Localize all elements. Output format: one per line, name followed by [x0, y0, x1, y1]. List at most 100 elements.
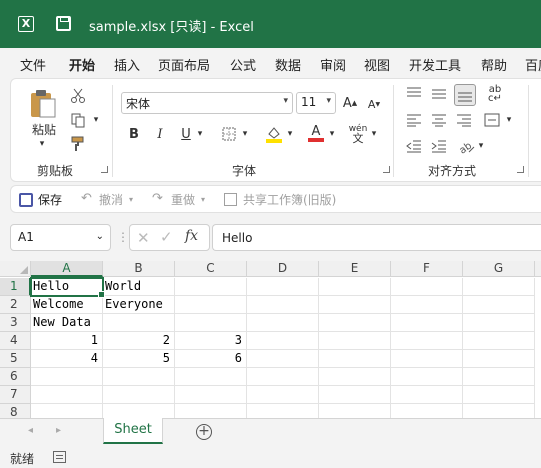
- cell-a8[interactable]: [31, 404, 103, 418]
- fill-color-icon[interactable]: [265, 125, 283, 143]
- tab-formulas[interactable]: 公式: [230, 55, 256, 74]
- font-name-combo[interactable]: 宋体 ▾: [121, 92, 293, 114]
- redo-button[interactable]: 重做: [171, 191, 195, 208]
- cell-b7[interactable]: [103, 386, 175, 404]
- undo-icon[interactable]: ↶: [81, 191, 92, 206]
- phonetic-icon[interactable]: wén 文: [347, 124, 369, 145]
- cell-a7[interactable]: [31, 386, 103, 404]
- paste-button[interactable]: 粘贴: [30, 121, 58, 137]
- orientation-dropdown-icon[interactable]: ▾: [476, 140, 486, 152]
- column-header-f[interactable]: F: [391, 261, 463, 277]
- save-icon[interactable]: [19, 193, 33, 207]
- column-header-e[interactable]: E: [319, 261, 391, 277]
- merge-center-icon[interactable]: [482, 112, 502, 128]
- font-color-dropdown-icon[interactable]: ▾: [327, 128, 337, 140]
- cell-e1[interactable]: [319, 278, 391, 296]
- tab-review[interactable]: 审阅: [320, 55, 346, 74]
- row-header-7[interactable]: 7: [0, 386, 31, 404]
- paste-dropdown-icon[interactable]: ▾: [35, 139, 49, 149]
- font-launcher-icon[interactable]: [383, 166, 390, 173]
- clipboard-launcher-icon[interactable]: [101, 166, 108, 173]
- more-options-icon[interactable]: ⋮: [117, 230, 129, 244]
- cell-a5[interactable]: 4: [31, 350, 103, 368]
- border-icon[interactable]: [220, 125, 238, 143]
- merge-dropdown-icon[interactable]: ▾: [504, 114, 514, 126]
- accessibility-icon[interactable]: [53, 451, 66, 463]
- cell-e5[interactable]: [319, 350, 391, 368]
- cell-b2[interactable]: Everyone: [103, 296, 175, 314]
- save-icon[interactable]: [56, 16, 71, 31]
- orientation-icon[interactable]: ab: [456, 137, 476, 155]
- cell-e6[interactable]: [319, 368, 391, 386]
- cancel-icon[interactable]: ✕: [137, 229, 150, 247]
- italic-button[interactable]: I: [152, 126, 168, 142]
- cell-g4[interactable]: [463, 332, 535, 350]
- phonetic-dropdown-icon[interactable]: ▾: [369, 128, 379, 140]
- align-top-icon[interactable]: [404, 86, 424, 102]
- cell-e2[interactable]: [319, 296, 391, 314]
- cell-e7[interactable]: [319, 386, 391, 404]
- tab-home[interactable]: 开始: [69, 55, 95, 74]
- cell-g3[interactable]: [463, 314, 535, 332]
- row-header-3[interactable]: 3: [0, 314, 31, 332]
- tab-file[interactable]: 文件: [20, 55, 46, 74]
- cell-a4[interactable]: 1: [31, 332, 103, 350]
- tab-insert[interactable]: 插入: [114, 55, 140, 74]
- share-workbook-icon[interactable]: [224, 193, 237, 206]
- cell-f6[interactable]: [391, 368, 463, 386]
- cell-e4[interactable]: [319, 332, 391, 350]
- copy-dropdown-icon[interactable]: ▾: [91, 113, 101, 127]
- cell-f2[interactable]: [391, 296, 463, 314]
- share-workbook-button[interactable]: 共享工作簿(旧版): [243, 191, 336, 208]
- column-header-b[interactable]: B: [103, 261, 175, 277]
- name-box[interactable]: A1 ⌄: [10, 224, 111, 251]
- add-sheet-icon[interactable]: +: [196, 424, 212, 440]
- row-header-6[interactable]: 6: [0, 368, 31, 386]
- cell-b6[interactable]: [103, 368, 175, 386]
- cell-d4[interactable]: [247, 332, 319, 350]
- cell-e8[interactable]: [319, 404, 391, 418]
- format-painter-icon[interactable]: [69, 135, 87, 153]
- cell-g1[interactable]: [463, 278, 535, 296]
- cell-b3[interactable]: [103, 314, 175, 332]
- cell-d7[interactable]: [247, 386, 319, 404]
- cell-b4[interactable]: 2: [103, 332, 175, 350]
- column-header-d[interactable]: D: [247, 261, 319, 277]
- redo-icon[interactable]: ↷: [152, 191, 163, 206]
- decrease-font-icon[interactable]: A ▼: [366, 96, 382, 112]
- cell-f4[interactable]: [391, 332, 463, 350]
- cell-f1[interactable]: [391, 278, 463, 296]
- cell-b5[interactable]: 5: [103, 350, 175, 368]
- select-all-button[interactable]: [0, 261, 31, 277]
- decrease-indent-icon[interactable]: [404, 138, 424, 154]
- column-header-h[interactable]: [535, 261, 541, 277]
- cut-icon[interactable]: [69, 87, 87, 105]
- cell-g5[interactable]: [463, 350, 535, 368]
- cell-c7[interactable]: [175, 386, 247, 404]
- tab-developer[interactable]: 开发工具: [409, 55, 461, 74]
- fill-color-dropdown-icon[interactable]: ▾: [285, 128, 295, 140]
- cell-c2[interactable]: [175, 296, 247, 314]
- cell-e3[interactable]: [319, 314, 391, 332]
- align-bottom-icon[interactable]: [454, 84, 476, 106]
- align-right-icon[interactable]: [454, 112, 474, 128]
- underline-button[interactable]: U: [178, 126, 194, 142]
- row-header-8[interactable]: 8: [0, 404, 31, 418]
- align-center-icon[interactable]: [429, 112, 449, 128]
- cell-d2[interactable]: [247, 296, 319, 314]
- tab-data[interactable]: 数据: [275, 55, 301, 74]
- cell-f8[interactable]: [391, 404, 463, 418]
- tab-help[interactable]: 帮助: [481, 55, 507, 74]
- font-size-combo[interactable]: 11 ▾: [296, 92, 336, 114]
- chevron-down-icon[interactable]: ⌄: [96, 231, 104, 242]
- cell-g7[interactable]: [463, 386, 535, 404]
- increase-font-icon[interactable]: A ▲: [342, 94, 358, 112]
- cell-c1[interactable]: [175, 278, 247, 296]
- enter-icon[interactable]: ✓: [160, 228, 173, 246]
- redo-dropdown-icon[interactable]: ▾: [201, 195, 205, 204]
- border-dropdown-icon[interactable]: ▾: [240, 128, 250, 140]
- cell-f5[interactable]: [391, 350, 463, 368]
- alignment-launcher-icon[interactable]: [517, 166, 524, 173]
- column-header-c[interactable]: C: [175, 261, 247, 277]
- save-button[interactable]: 保存: [38, 191, 62, 208]
